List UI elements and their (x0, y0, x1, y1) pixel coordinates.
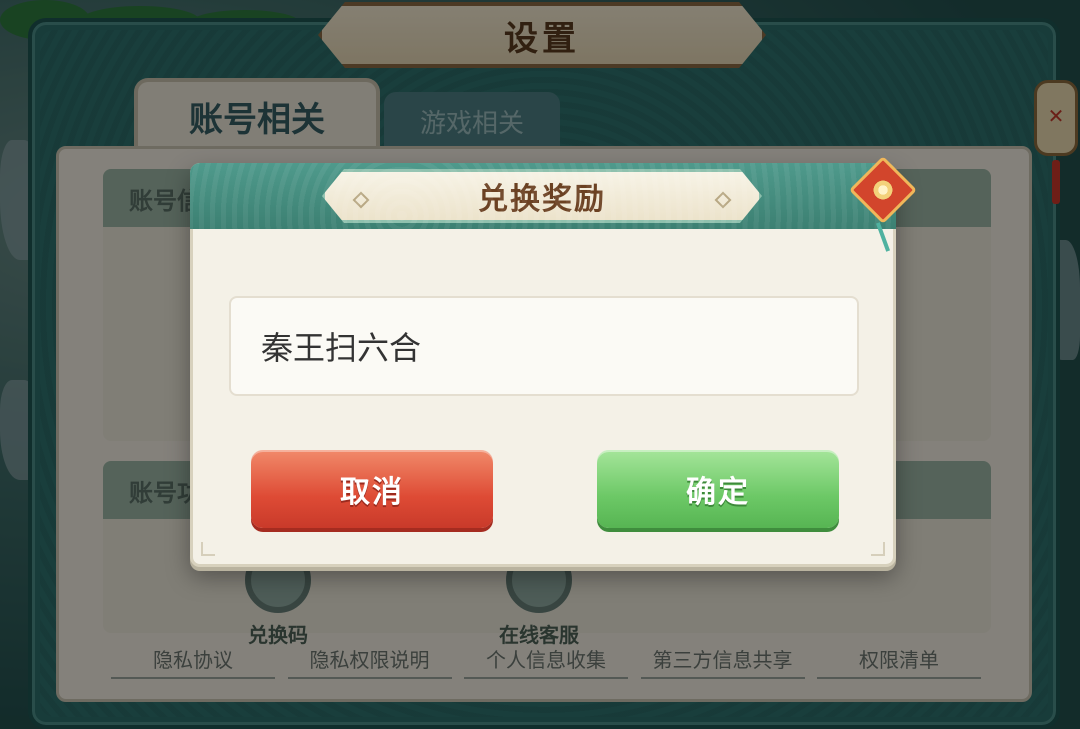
redeem-dialog: 兑换奖励 秦王扫六合 取消 确定 (190, 156, 917, 567)
charm-flower (872, 179, 894, 201)
diamond-ornament (352, 191, 370, 209)
confirm-button[interactable]: 确定 (597, 450, 839, 528)
corner-ornament (871, 542, 885, 556)
cancel-button[interactable]: 取消 (251, 450, 493, 528)
charm-tassel (875, 222, 891, 252)
dialog-title: 兑换奖励 (478, 182, 606, 217)
redeem-code-input[interactable]: 秦王扫六合 (229, 296, 859, 396)
dialog-header: 兑换奖励 (190, 163, 896, 229)
dialog-title-plate: 兑换奖励 (322, 169, 762, 223)
diamond-ornament (714, 191, 732, 209)
corner-ornament (201, 542, 215, 556)
lucky-charm-icon (849, 156, 917, 260)
